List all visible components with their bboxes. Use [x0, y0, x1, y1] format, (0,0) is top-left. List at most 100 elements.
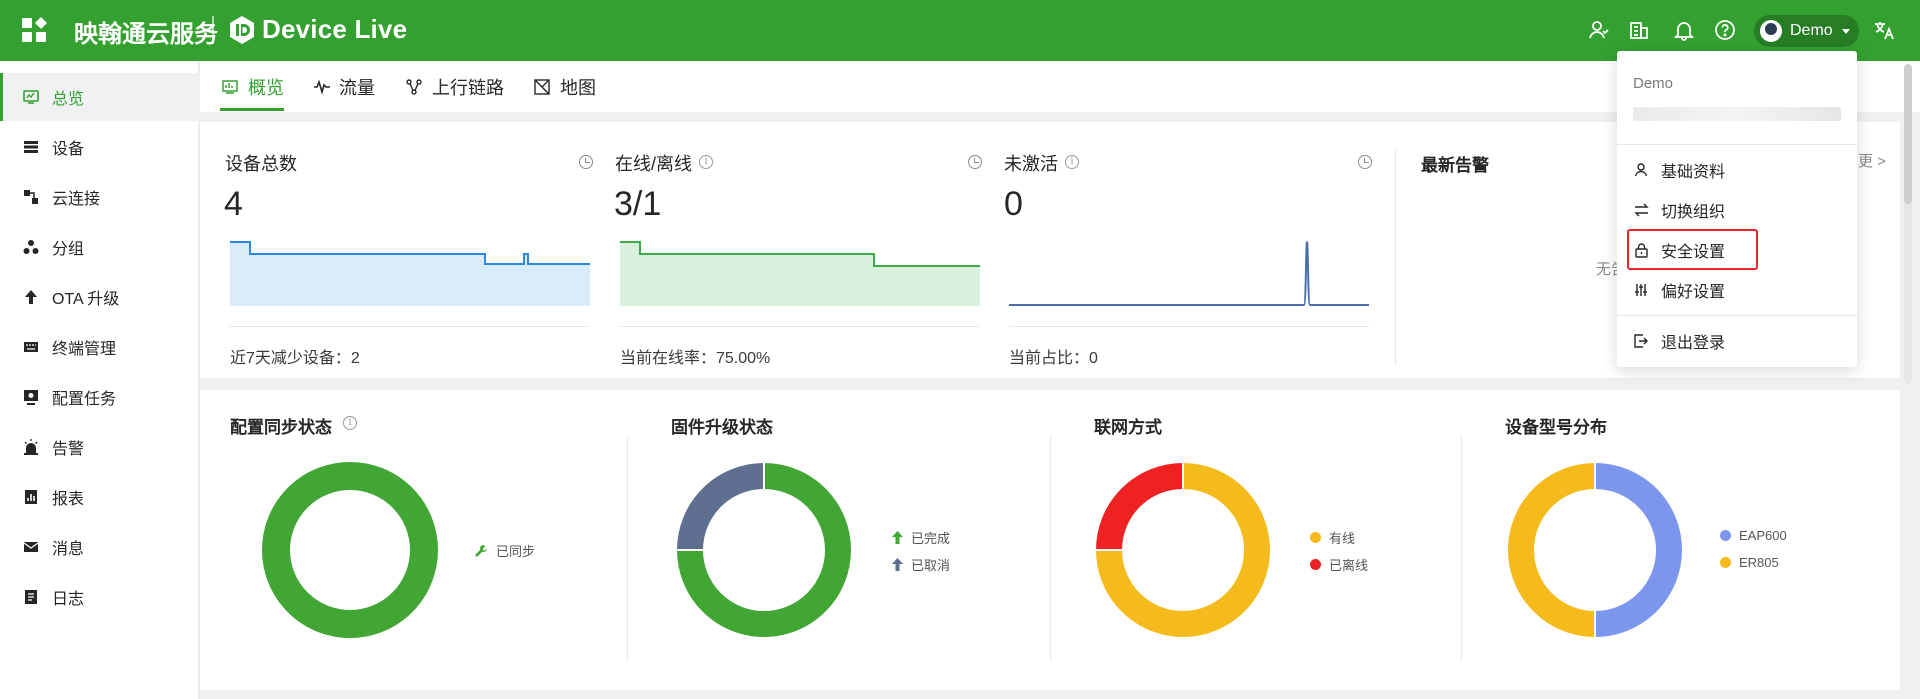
translate-icon[interactable]: [1870, 16, 1898, 44]
legend-item-wired[interactable]: 有线: [1310, 528, 1355, 547]
donut-chart-model: [1506, 460, 1684, 640]
sidebar-item-logs[interactable]: 日志: [0, 573, 199, 621]
sidebar-item-label: 终端管理: [52, 341, 117, 358]
stat-value-total: 4: [224, 185, 243, 223]
sidebar-item-label: 报表: [52, 491, 85, 508]
brand-divider: [212, 16, 214, 44]
redacted-email: [1633, 107, 1841, 121]
report-icon: [22, 488, 40, 506]
sidebar-item-reports[interactable]: 报表: [0, 473, 199, 521]
donut-slice[interactable]: [1093, 460, 1184, 551]
sidebar-item-alarms[interactable]: 告警: [0, 423, 199, 471]
sidebar-item-config-tasks[interactable]: 配置任务: [0, 373, 199, 421]
active-tab-indicator: [220, 108, 284, 111]
menu-item-label: 切换组织: [1661, 204, 1726, 221]
legend-label: 已完成: [911, 531, 951, 546]
sidebar-item-label: 设备: [52, 141, 85, 158]
legend-label: 已离线: [1329, 558, 1369, 573]
menu-item-logout[interactable]: 退出登录: [1617, 321, 1857, 361]
dashboard-icon: [22, 88, 40, 106]
tab-overview[interactable]: 概览: [222, 61, 284, 112]
organization-icon[interactable]: [1625, 16, 1653, 44]
arrow-up-icon: [892, 531, 903, 544]
sidebar: 总览 设备 云连接 分组 OTA 升级 终端管理 配置任务 告警 报表 消息 日…: [0, 61, 199, 699]
help-icon[interactable]: [1711, 16, 1739, 44]
mail-icon: [22, 538, 40, 556]
sidebar-item-messages[interactable]: 消息: [0, 523, 199, 571]
tab-label: 上行链路: [432, 77, 504, 98]
stat-divider: [229, 326, 589, 327]
info-icon[interactable]: i: [699, 155, 713, 169]
server-icon: [22, 138, 40, 156]
scrollbar[interactable]: [1904, 64, 1912, 384]
upgrade-icon: [22, 288, 40, 306]
donut-chart-network: [1093, 460, 1272, 639]
firmware-title: 固件升级状态: [671, 418, 773, 437]
avatar: [1760, 20, 1782, 42]
legend-item-synced[interactable]: 已同步: [474, 541, 535, 560]
donut-chart-firmware: [674, 460, 853, 639]
pulse-icon: [313, 78, 331, 96]
donut-slice[interactable]: [1594, 460, 1684, 640]
more-alerts-link[interactable]: 更 >: [1858, 150, 1886, 171]
legend-item-cancelled[interactable]: 已取消: [892, 555, 950, 574]
sidebar-item-label: 消息: [52, 541, 85, 558]
stat-title-total: 设备总数: [225, 154, 297, 174]
sidebar-item-cloud-connect[interactable]: 云连接: [0, 173, 199, 221]
legend-label: 有线: [1329, 531, 1356, 546]
column-divider: [1395, 148, 1396, 366]
tab-label: 流量: [339, 77, 375, 98]
info-icon[interactable]: i: [1065, 155, 1079, 169]
menu-item-switch-org[interactable]: 切换组织: [1617, 190, 1857, 230]
sidebar-item-label: 分组: [52, 241, 85, 258]
user-menu-button[interactable]: Demo: [1754, 15, 1859, 47]
history-icon[interactable]: [968, 155, 982, 169]
user-group-icon[interactable]: [1584, 16, 1612, 44]
chevron-down-icon: [1841, 28, 1850, 34]
security-settings-highlight: [1627, 229, 1758, 270]
sidebar-item-label: 总览: [52, 91, 85, 108]
legend-item-completed[interactable]: 已完成: [892, 528, 950, 547]
keyboard-icon: [22, 338, 40, 356]
stat-divider: [1009, 326, 1369, 327]
map-icon: [534, 78, 552, 96]
menu-item-preferences[interactable]: 偏好设置: [1617, 270, 1857, 310]
overview-icon: [222, 78, 240, 96]
menu-item-label: 退出登录: [1661, 335, 1726, 352]
cloud-connect-icon: [22, 188, 40, 206]
legend-item-eap600[interactable]: EAP600: [1720, 528, 1787, 543]
legend-item-offline[interactable]: 已离线: [1310, 555, 1368, 574]
legend-item-er805[interactable]: ER805: [1720, 555, 1779, 570]
sidebar-item-label: 云连接: [52, 191, 101, 208]
donut-slice[interactable]: [674, 460, 765, 551]
legend-label: ER805: [1739, 555, 1779, 570]
sidebar-item-terminal[interactable]: 终端管理: [0, 323, 199, 371]
user-dropdown-menu: Demo 基础资料 切换组织 安全设置 偏好设置 退出登录: [1617, 51, 1857, 367]
menu-item-profile[interactable]: 基础资料: [1617, 150, 1857, 190]
bell-icon[interactable]: [1670, 16, 1698, 44]
tab-map[interactable]: 地图: [534, 61, 596, 112]
apps-grid-icon[interactable]: [22, 16, 48, 44]
stat-footer-online: 当前在线率：75.00%: [620, 350, 771, 367]
stat-footer-inactive: 当前占比：0: [1009, 350, 1098, 367]
sidebar-item-devices[interactable]: 设备: [0, 123, 199, 171]
tab-uplink[interactable]: 上行链路: [406, 61, 504, 112]
donut-chart-config-sync: [262, 462, 438, 638]
stat-divider: [619, 326, 979, 327]
tab-label: 地图: [560, 77, 596, 98]
uplink-icon: [406, 78, 424, 96]
tab-traffic[interactable]: 流量: [313, 61, 375, 112]
dropdown-divider: [1617, 315, 1857, 316]
sidebar-item-ota[interactable]: OTA 升级: [0, 273, 199, 321]
donut-slice[interactable]: [1506, 460, 1596, 640]
donut-slice[interactable]: [262, 462, 438, 638]
history-icon[interactable]: [579, 155, 593, 169]
brand-name: 映翰通云服务: [74, 21, 218, 48]
column-divider: [627, 436, 628, 661]
history-icon[interactable]: [1358, 155, 1372, 169]
info-icon[interactable]: i: [343, 416, 357, 430]
sidebar-item-overview[interactable]: 总览: [0, 73, 199, 121]
sidebar-item-groups[interactable]: 分组: [0, 223, 199, 271]
sidebar-item-label: 告警: [52, 441, 85, 458]
alarm-icon: [22, 438, 40, 456]
